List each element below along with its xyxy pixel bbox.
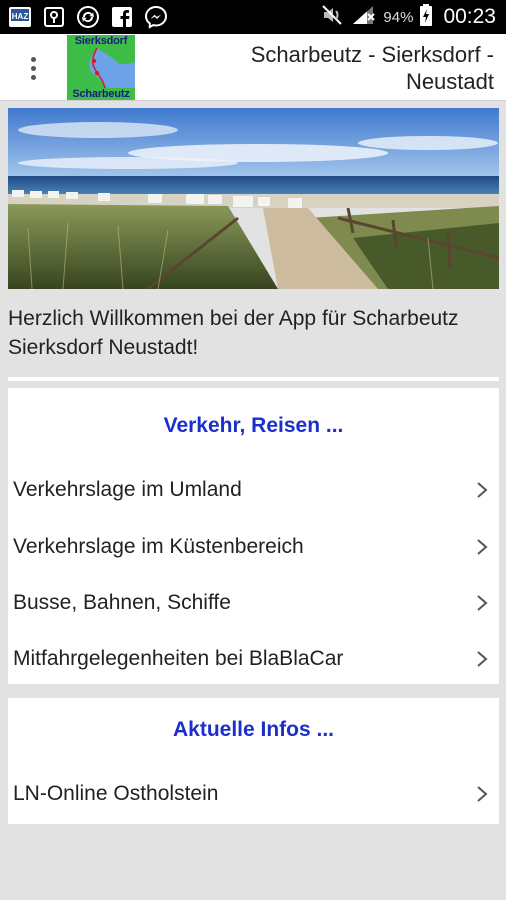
list-item-ln-online-ostholstein[interactable]: LN-Online Ostholstein [8, 772, 499, 816]
vpn-key-icon [42, 5, 66, 29]
divider [8, 377, 499, 381]
welcome-text: Herzlich Willkommen bei der App für Scha… [8, 307, 459, 359]
haz-app-icon: HAZ [8, 5, 32, 29]
list-item-label: Verkehrslage im Küstenbereich [13, 535, 304, 558]
facebook-icon [110, 5, 134, 29]
logo-top-text: Sierksdorf [74, 35, 128, 47]
section-card-news: Aktuelle Infos ... LN-Online Ostholstein [8, 698, 499, 824]
chevron-right-icon [477, 539, 488, 555]
chevron-right-icon [477, 786, 488, 802]
list-item-verkehrslage-kuestenbereich[interactable]: Verkehrslage im Küstenbereich [8, 525, 499, 569]
list-item-verkehrslage-umland[interactable]: Verkehrslage im Umland [8, 468, 499, 512]
clock: 00:23 [443, 5, 496, 28]
sync-icon [76, 5, 100, 29]
app-title-line1: Scharbeutz - Sierksdorf - [250, 42, 494, 67]
section-card-traffic: Verkehr, Reisen ... Verkehrslage im Umla… [8, 388, 499, 684]
section-title-news: Aktuelle Infos ... [172, 718, 335, 741]
chevron-right-icon [477, 595, 488, 611]
app-bar: Sierksdorf Scharbeutz Scharbeutz - Sierk… [0, 34, 506, 101]
mute-icon [321, 4, 345, 31]
messenger-icon [144, 5, 168, 29]
section-title-traffic: Verkehr, Reisen ... [163, 414, 344, 437]
list-item-label: LN-Online Ostholstein [13, 782, 219, 805]
logo-map-icon [67, 48, 135, 88]
battery-percent: 94% [383, 8, 414, 26]
app-title-line2: Neustadt [405, 69, 494, 94]
beach-photo [8, 108, 499, 289]
status-bar: HAZ 94% 00:23 [0, 0, 506, 34]
chevron-right-icon [477, 651, 488, 667]
battery-charging-icon [419, 3, 433, 32]
app-title: Scharbeutz - Sierksdorf - Neustadt [194, 41, 494, 95]
overflow-menu-icon[interactable] [18, 48, 48, 88]
chevron-right-icon [477, 482, 488, 498]
app-logo: Sierksdorf Scharbeutz [67, 35, 135, 100]
logo-bottom-text: Scharbeutz [72, 88, 130, 100]
notification-icons: HAZ [8, 5, 168, 29]
list-item-label: Busse, Bahnen, Schiffe [13, 591, 231, 614]
signal-icon [351, 4, 377, 31]
list-item-busse-bahnen-schiffe[interactable]: Busse, Bahnen, Schiffe [8, 581, 499, 625]
list-item-mitfahrgelegenheiten[interactable]: Mitfahrgelegenheiten bei BlaBlaCar [8, 637, 499, 681]
list-item-label: Verkehrslage im Umland [13, 478, 242, 501]
list-item-label: Mitfahrgelegenheiten bei BlaBlaCar [13, 647, 344, 670]
haz-label: HAZ [12, 12, 29, 21]
system-status-icons: 94% 00:23 [321, 3, 496, 32]
